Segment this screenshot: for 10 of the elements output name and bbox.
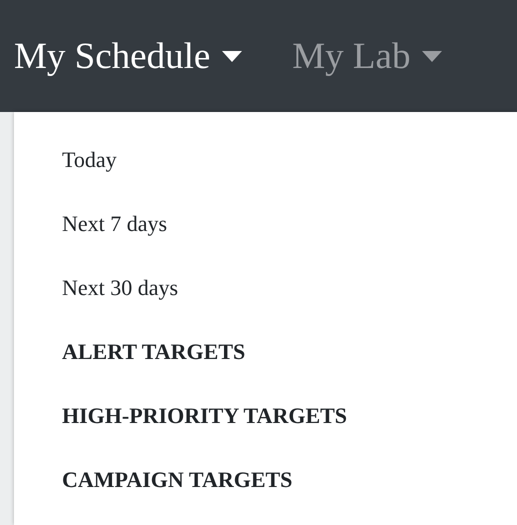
- menu-item[interactable]: Today: [62, 128, 117, 192]
- category-link[interactable]: CAMPAIGN TARGETS: [62, 448, 292, 512]
- nav-menu[interactable]: My Lab: [292, 38, 442, 74]
- menu-item[interactable]: Next 7 days: [62, 192, 168, 256]
- caret-icon: [422, 50, 442, 62]
- nav-menu[interactable]: My Schedule: [14, 38, 242, 74]
- menu-item[interactable]: Next 30 days: [62, 256, 178, 320]
- category-link[interactable]: HIGH-PRIORITY TARGETS: [62, 384, 348, 448]
- category-link[interactable]: ALERT TARGETS: [62, 320, 246, 384]
- caret-icon: [222, 50, 242, 62]
